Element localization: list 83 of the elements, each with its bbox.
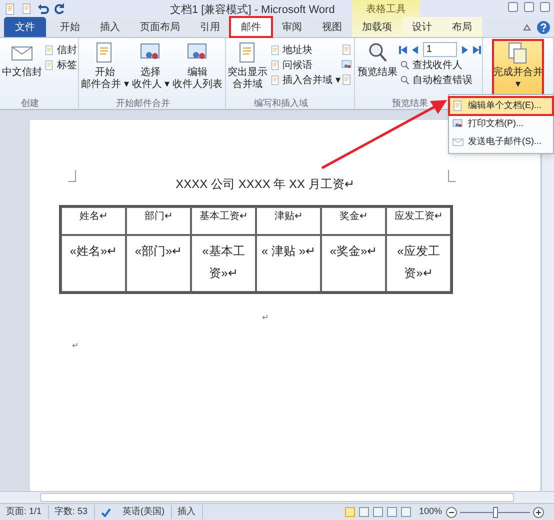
menu-item[interactable]: 打印文档(P)... [449, 115, 553, 133]
ribbon-button[interactable]: 开始 邮件合并 ▾ [80, 40, 130, 93]
undo-icon[interactable] [37, 3, 49, 15]
ribbon-tab[interactable]: 设计 [402, 17, 442, 37]
help-icon[interactable] [537, 21, 550, 34]
table-cell: «姓名»↵ [61, 235, 126, 292]
table-header-cell: 奖金↵ [321, 207, 386, 235]
table-cell: «奖金»↵ [321, 235, 386, 292]
table-cell: «部门»↵ [126, 235, 191, 292]
group-label: 编写和插入域 [254, 97, 308, 109]
ribbon-tab[interactable]: 视图 [312, 17, 352, 37]
page-icon [270, 60, 281, 71]
magnifier-icon [399, 60, 410, 71]
status-item[interactable]: 页面: 1/1 [0, 505, 49, 519]
ribbon-tab[interactable]: 审阅 [272, 17, 312, 37]
view-button[interactable] [386, 507, 397, 517]
document-title: XXXX 公司 XXXX 年 XX 月工资↵ [176, 176, 354, 193]
ribbon-button[interactable]: 自动检查错误 [399, 74, 482, 87]
status-item[interactable]: 英语(美国) [116, 505, 172, 519]
table-cell: «基本工资»↵ [191, 235, 256, 292]
ribbon-tab[interactable]: 加载项 [352, 17, 402, 37]
ribbon-button[interactable]: 突出显示 合并域 [226, 40, 269, 93]
page-icon [270, 75, 281, 86]
zoom-slider-track[interactable] [460, 506, 530, 518]
table-cell: «应发工资»↵ [386, 235, 451, 292]
scroll-thumb[interactable] [40, 493, 514, 502]
zoom-in-button[interactable] [533, 506, 544, 518]
status-item[interactable]: 插入 [172, 505, 203, 519]
ribbon-tab[interactable]: 文件 [4, 17, 46, 37]
page-icon [341, 74, 354, 86]
ribbon-button[interactable]: 查找收件人 [399, 59, 482, 72]
table-cell: « 津贴 »↵ [256, 235, 321, 292]
group-label: 预览结果 [392, 97, 428, 109]
ribbon-button[interactable]: 标签 [44, 59, 77, 72]
ribbon-button[interactable]: 信封 [44, 44, 77, 57]
window-title: 文档1 [兼容模式] - Microsoft Word [170, 2, 335, 18]
page-icon [341, 44, 354, 56]
page-icon [44, 60, 55, 71]
table-header-cell: 应发工资↵ [386, 207, 451, 235]
zoom-out-button[interactable] [446, 506, 457, 518]
horizontal-scrollbar[interactable] [0, 491, 554, 503]
table-header-cell: 部门↵ [126, 207, 191, 235]
ribbon-tab[interactable]: 引用 [190, 17, 230, 37]
table-header-cell: 基本工资↵ [191, 207, 256, 235]
status-item[interactable]: 字数: 53 [48, 505, 95, 519]
page-icon [44, 45, 55, 56]
view-button[interactable] [358, 507, 369, 517]
last-record-icon[interactable] [473, 46, 482, 54]
ribbon-tab[interactable]: 布局 [442, 17, 482, 37]
ribbon-tab[interactable]: 插入 [90, 17, 130, 37]
view-button[interactable] [372, 507, 383, 517]
menu-item[interactable]: 编辑单个文档(E)... [449, 97, 553, 115]
ribbon-tab[interactable]: 页面布局 [130, 17, 190, 37]
menu-item[interactable]: 发送电子邮件(S)... [449, 133, 553, 151]
previous-record-icon[interactable] [411, 46, 420, 54]
zoom-slider-thumb[interactable] [492, 506, 498, 518]
zoom-level[interactable]: 100% [418, 505, 442, 519]
proofing-icon[interactable] [100, 508, 111, 516]
ribbon-button[interactable]: 地址块 [270, 44, 340, 57]
app-icon [4, 2, 17, 16]
ribbon-button[interactable]: 中文信封 [1, 40, 43, 81]
redo-icon[interactable] [53, 3, 65, 15]
save-icon [21, 3, 33, 15]
paragraph-mark: ↵ [262, 312, 269, 324]
view-button[interactable] [400, 507, 411, 517]
group-label: 创建 [21, 97, 39, 109]
ribbon-button[interactable]: 插入合并域 ▾ [270, 74, 340, 87]
ribbon-button[interactable]: 问候语 [270, 59, 340, 72]
ribbon-tab[interactable]: 开始 [50, 17, 90, 37]
record-number-field[interactable]: 1 [423, 42, 458, 57]
collapse-ribbon-icon[interactable] [523, 24, 531, 31]
ribbon-tab[interactable]: 邮件 [230, 17, 272, 37]
next-record-icon[interactable] [461, 46, 470, 54]
paragraph-mark: ↵ [72, 340, 79, 352]
table-header-cell: 津贴↵ [256, 207, 321, 235]
first-record-icon[interactable] [399, 46, 408, 54]
group-label: 开始邮件合并 [116, 97, 170, 109]
ribbon-button[interactable]: 编辑 收件人列表 [172, 40, 224, 93]
ribbon-button[interactable]: 预览结果 [356, 40, 398, 81]
page-icon [270, 45, 281, 56]
ribbon-button[interactable]: 选择 收件人 ▾ [130, 40, 171, 93]
table-header-cell: 姓名↵ [61, 207, 126, 235]
magnifier-icon [399, 75, 410, 86]
